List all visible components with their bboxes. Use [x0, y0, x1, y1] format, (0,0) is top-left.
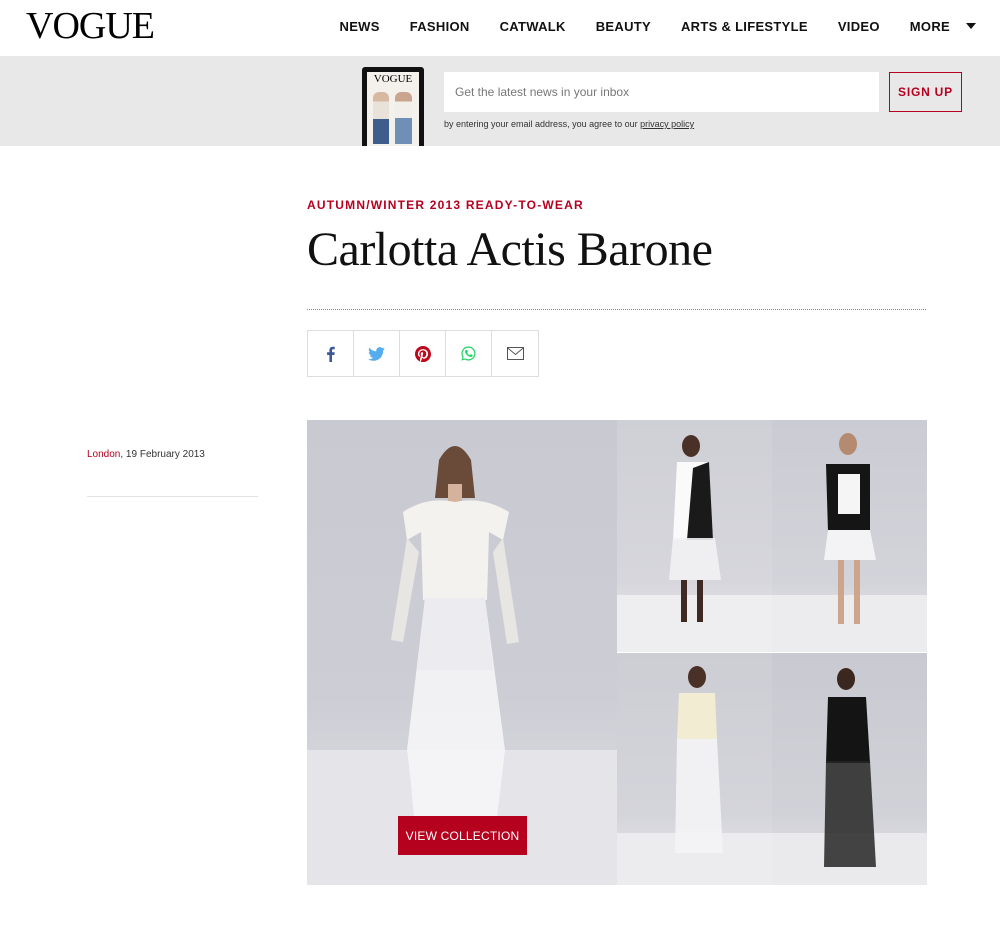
- share-facebook-button[interactable]: [308, 331, 354, 376]
- pinterest-icon: [414, 345, 431, 362]
- meta-divider: [87, 496, 258, 497]
- facebook-icon: [326, 346, 335, 362]
- vogue-logo[interactable]: VOGUE: [26, 6, 155, 46]
- share-whatsapp-button[interactable]: [446, 331, 492, 376]
- nav-news[interactable]: NEWS: [340, 19, 380, 34]
- gallery-thumb-3[interactable]: [617, 653, 772, 885]
- title-divider: [307, 309, 926, 310]
- cover-figure-right: [395, 92, 412, 144]
- share-pinterest-button[interactable]: [400, 331, 446, 376]
- cover-figure-left: [373, 92, 389, 144]
- email-input[interactable]: [444, 72, 879, 112]
- nav-arts-lifestyle[interactable]: ARTS & LIFESTYLE: [681, 19, 808, 34]
- whatsapp-icon: [461, 346, 476, 361]
- model-figure: [772, 668, 927, 885]
- collection-gallery: VIEW COLLECTION: [307, 420, 927, 885]
- gallery-thumb-1[interactable]: [617, 420, 772, 652]
- gallery-thumb-2[interactable]: [772, 420, 927, 652]
- magazine-cover-image: VOGUE: [362, 67, 424, 146]
- page-title: Carlotta Actis Barone: [307, 223, 713, 276]
- gallery-main-image[interactable]: VIEW COLLECTION: [307, 420, 617, 885]
- model-figure: [617, 666, 772, 885]
- consent-label: by entering your email address, you agre…: [444, 119, 641, 129]
- gallery-thumb-4[interactable]: [772, 653, 927, 885]
- magazine-cover-art: VOGUE: [367, 72, 419, 146]
- newsletter-band: VOGUE SIGN UP by entering your email add…: [0, 56, 1000, 146]
- dateline: London, 19 February 2013: [87, 449, 205, 460]
- nav-more[interactable]: MORE: [910, 19, 976, 34]
- share-bar: [307, 330, 539, 377]
- nav-more-label: MORE: [909, 18, 950, 34]
- nav-video[interactable]: VIDEO: [838, 19, 880, 34]
- model-figure: [772, 433, 927, 652]
- share-twitter-button[interactable]: [354, 331, 400, 376]
- consent-text: by entering your email address, you agre…: [444, 119, 694, 129]
- publish-date: , 19 February 2013: [120, 449, 205, 460]
- nav-fashion[interactable]: FASHION: [410, 19, 470, 34]
- view-collection-button[interactable]: VIEW COLLECTION: [398, 816, 527, 855]
- nav-catwalk[interactable]: CATWALK: [500, 19, 566, 34]
- share-email-button[interactable]: [492, 331, 538, 376]
- site-header: VOGUE NEWS FASHION CATWALK BEAUTY ARTS &…: [0, 0, 1000, 56]
- season-kicker[interactable]: AUTUMN/WINTER 2013 READY-TO-WEAR: [307, 198, 584, 212]
- privacy-policy-link[interactable]: privacy policy: [640, 119, 694, 129]
- main-nav: NEWS FASHION CATWALK BEAUTY ARTS & LIFES…: [310, 0, 976, 52]
- magazine-logo: VOGUE: [373, 73, 413, 85]
- location-link[interactable]: London: [87, 449, 120, 460]
- caret-down-icon: [966, 23, 976, 29]
- signup-button[interactable]: SIGN UP: [889, 72, 962, 112]
- twitter-icon: [368, 346, 385, 361]
- model-figure: [617, 435, 772, 652]
- email-icon: [506, 347, 524, 360]
- nav-beauty[interactable]: BEAUTY: [596, 19, 651, 34]
